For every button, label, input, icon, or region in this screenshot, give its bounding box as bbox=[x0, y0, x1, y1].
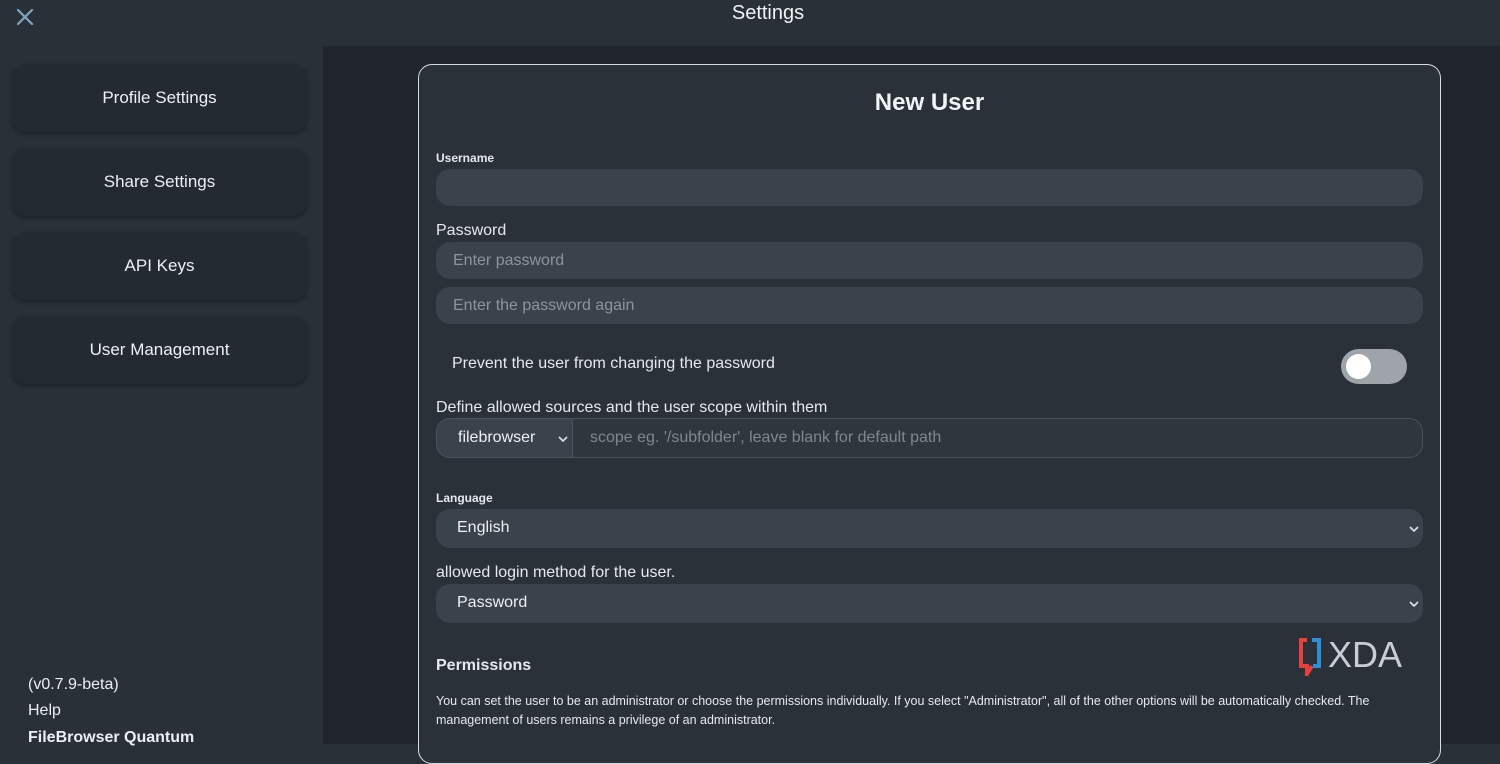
sidebar-item-share-settings[interactable]: Share Settings bbox=[12, 148, 307, 216]
sidebar-item-label: Profile Settings bbox=[102, 88, 217, 107]
sidebar-item-label: API Keys bbox=[124, 256, 195, 275]
help-link[interactable]: Help bbox=[28, 702, 61, 720]
username-label: Username bbox=[436, 151, 495, 165]
scope-input[interactable] bbox=[573, 419, 1422, 457]
new-user-card: New User Username Password Prevent the u… bbox=[418, 64, 1441, 764]
username-input[interactable] bbox=[436, 169, 1423, 206]
page-title: Settings bbox=[731, 2, 805, 24]
toggle-knob bbox=[1346, 354, 1371, 379]
app-name-link[interactable]: FileBrowser Quantum bbox=[28, 729, 194, 747]
sidebar-item-user-management[interactable]: User Management bbox=[12, 316, 307, 384]
xda-logo-icon: XDA bbox=[1299, 634, 1402, 681]
sidebar-item-api-keys[interactable]: API Keys bbox=[12, 232, 307, 300]
permissions-heading: Permissions bbox=[436, 657, 532, 674]
top-bar: Settings bbox=[0, 0, 1500, 46]
password-confirm-input[interactable] bbox=[436, 287, 1423, 324]
permissions-description: You can set the user to be an administra… bbox=[436, 694, 1370, 727]
sidebar-item-profile-settings[interactable]: Profile Settings bbox=[12, 64, 307, 132]
version-label: (v0.7.9-beta) bbox=[28, 676, 119, 693]
source-select-value: filebrowser bbox=[458, 429, 536, 446]
chevron-down-icon bbox=[1409, 526, 1419, 533]
sidebar-item-label: User Management bbox=[89, 340, 230, 359]
login-method-select-value: Password bbox=[457, 594, 528, 611]
login-method-label: allowed login method for the user. bbox=[436, 564, 676, 581]
chevron-down-icon bbox=[1409, 601, 1419, 608]
language-select[interactable]: English bbox=[436, 509, 1423, 548]
scope-group: filebrowser bbox=[436, 418, 1423, 458]
language-select-value: English bbox=[457, 519, 510, 536]
source-select[interactable]: filebrowser bbox=[437, 419, 573, 457]
password-input[interactable] bbox=[436, 242, 1423, 279]
prevent-password-change-toggle[interactable] bbox=[1341, 349, 1407, 384]
sidebar: Profile Settings Share Settings API Keys… bbox=[0, 46, 323, 747]
password-label: Password bbox=[436, 222, 507, 239]
scope-label: Define allowed sources and the user scop… bbox=[436, 399, 828, 416]
card-title: New User bbox=[874, 89, 985, 116]
chevron-down-icon bbox=[558, 436, 568, 443]
watermark-text: XDA bbox=[1328, 636, 1402, 675]
sidebar-item-label: Share Settings bbox=[103, 172, 216, 191]
xda-watermark: XDA bbox=[1298, 634, 1440, 681]
login-method-select[interactable]: Password bbox=[436, 584, 1423, 623]
prevent-password-change-label: Prevent the user from changing the passw… bbox=[452, 355, 775, 372]
language-label: Language bbox=[436, 491, 493, 505]
